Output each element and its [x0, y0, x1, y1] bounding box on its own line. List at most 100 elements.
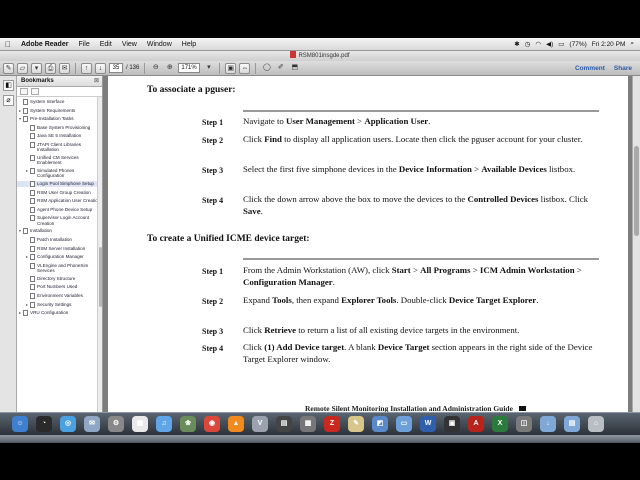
- bookmark-item[interactable]: Directory Structure: [17, 275, 102, 282]
- email-icon[interactable]: ✉: [59, 62, 70, 74]
- bookmark-options-icon[interactable]: [20, 88, 28, 95]
- menu-edit[interactable]: Edit: [95, 41, 117, 48]
- bookmark-page-icon: [23, 99, 28, 105]
- console-icon[interactable]: ▣: [444, 416, 460, 432]
- vmware-icon[interactable]: V: [252, 416, 268, 432]
- word-icon[interactable]: W: [420, 416, 436, 432]
- bookmark-item[interactable]: Unified CM Services Enablement: [17, 154, 102, 165]
- itunes-icon[interactable]: ♫: [156, 416, 172, 432]
- bookmark-item[interactable]: ▾ Installation: [17, 228, 102, 235]
- filezilla-icon[interactable]: Z: [324, 416, 340, 432]
- attachments-panel-icon[interactable]: ⌀: [3, 95, 14, 106]
- bookmark-item[interactable]: System Interface: [17, 99, 102, 105]
- menu-view[interactable]: View: [117, 41, 142, 48]
- terminal-icon[interactable]: ▤: [276, 416, 292, 432]
- bookmark-item[interactable]: ▸ VRU Configuration: [17, 310, 102, 317]
- bookmark-page-icon: [30, 154, 35, 161]
- close-icon[interactable]: ⊠: [94, 76, 99, 87]
- bluetooth-icon[interactable]: ✱: [514, 40, 519, 48]
- document-scrollbar[interactable]: [632, 76, 640, 412]
- zoom-level-select[interactable]: 171%: [178, 63, 201, 73]
- menu-window[interactable]: Window: [142, 41, 177, 48]
- bookmarks-panel-icon[interactable]: ◧: [3, 80, 14, 91]
- previous-page-icon[interactable]: ↑: [81, 62, 92, 74]
- comment-pane-button[interactable]: Comment: [575, 65, 611, 72]
- bookmark-item[interactable]: Java SE 5 Installation: [17, 133, 102, 140]
- excel-icon[interactable]: X: [492, 416, 508, 432]
- chrome-icon[interactable]: ◉: [204, 416, 220, 432]
- iphoto-icon[interactable]: ❀: [180, 416, 196, 432]
- create-pdf-icon[interactable]: ✎: [3, 62, 14, 74]
- bookmark-item[interactable]: JTAPI Client Libraries Installation: [17, 141, 102, 152]
- spotlight-icon[interactable]: ⌕: [630, 40, 634, 48]
- dashboard-icon[interactable]: ◔: [36, 416, 52, 432]
- volume-icon[interactable]: ◀): [546, 40, 553, 48]
- fit-width-icon[interactable]: ⇔: [239, 62, 251, 74]
- toolbar-divider: [144, 62, 146, 74]
- menu-app-name[interactable]: Adobe Reader: [16, 41, 73, 48]
- toolbar-divider: [255, 62, 257, 74]
- mail-icon[interactable]: ✉: [84, 416, 100, 432]
- delete-bookmark-icon[interactable]: [31, 88, 39, 95]
- menu-help[interactable]: Help: [177, 41, 201, 48]
- bookmark-label: Simulated Phones Configuration: [37, 167, 75, 179]
- textedit-icon[interactable]: ✎: [348, 416, 364, 432]
- bookmark-item[interactable]: Supervisor Login Account Creation: [17, 215, 102, 226]
- downloads-folder-icon[interactable]: ↓: [540, 416, 556, 432]
- wifi-icon[interactable]: ◠: [535, 40, 541, 48]
- bookmark-item[interactable]: ▸ Simulated Phones Configuration: [17, 167, 102, 179]
- bookmark-item[interactable]: ▾ Pre-Installation Tasks: [17, 116, 102, 123]
- trash-icon[interactable]: ⌂: [588, 416, 604, 432]
- save-icon[interactable]: ▾: [31, 62, 42, 74]
- scrollbar-thumb[interactable]: [98, 247, 102, 307]
- bookmark-item[interactable]: Agent Phone Device Setup: [17, 206, 102, 213]
- battery-icon[interactable]: ▭: [558, 40, 564, 48]
- zoom-out-icon[interactable]: ⊖: [150, 63, 161, 74]
- step-label: Step 1: [202, 267, 224, 276]
- bookmark-item[interactable]: VLEngine and PhoneSim Services: [17, 262, 102, 273]
- finder-icon[interactable]: ☺: [12, 416, 28, 432]
- menu-file[interactable]: File: [73, 41, 94, 48]
- ical-icon[interactable]: ▦: [132, 416, 148, 432]
- acrobat-icon[interactable]: A: [468, 416, 484, 432]
- system-prefs-icon[interactable]: ⚙: [108, 416, 124, 432]
- bookmarks-tree: System Interface ▸ System Requirements ▾ Pre…: [17, 97, 102, 317]
- window-titlebar: RSM801insgde.pdf: [0, 51, 640, 61]
- sticky-note-icon[interactable]: ◯: [261, 63, 272, 74]
- scrollbar-thumb[interactable]: [634, 146, 639, 236]
- zoom-in-icon[interactable]: ⊕: [164, 63, 175, 74]
- folder-icon[interactable]: ▭: [396, 416, 412, 432]
- share-pane-button[interactable]: Share: [614, 65, 640, 72]
- documents-folder-icon[interactable]: ▤: [564, 416, 580, 432]
- battery-percent: (77%): [569, 40, 587, 48]
- next-page-icon[interactable]: ↓: [95, 62, 106, 74]
- safari-icon[interactable]: ◎: [60, 416, 76, 432]
- highlight-icon[interactable]: ✐: [275, 63, 286, 74]
- bookmark-item[interactable]: ▸ Configuration Manager: [17, 254, 102, 261]
- timemachine-icon[interactable]: ◷: [525, 40, 531, 48]
- page-number-input[interactable]: 35: [109, 63, 123, 73]
- bookmark-item[interactable]: ▸ Security Settings: [17, 301, 102, 308]
- bookmark-item[interactable]: Patch Installation: [17, 236, 102, 243]
- bookmark-item[interactable]: Environment Variables: [17, 292, 102, 299]
- bookmark-item[interactable]: ▸ System Requirements: [17, 107, 102, 114]
- preview-icon[interactable]: ◩: [372, 416, 388, 432]
- bookmark-item[interactable]: Login Pool Simphone Setup: [17, 180, 102, 187]
- bookmark-item[interactable]: Port Numbers Used: [17, 284, 102, 291]
- open-file-icon[interactable]: ▱: [17, 62, 28, 74]
- bookmark-item[interactable]: RSM Application User Creation: [17, 198, 102, 205]
- bookmark-item[interactable]: RSM User Group Creation: [17, 189, 102, 196]
- capture-icon[interactable]: ◫: [516, 416, 532, 432]
- print-icon[interactable]: ⎙: [45, 62, 56, 74]
- vlc-icon[interactable]: ▲: [228, 416, 244, 432]
- bookmark-item[interactable]: Base System Provisioning: [17, 124, 102, 131]
- annotation-icon[interactable]: ⬒: [289, 63, 300, 74]
- menubar-clock[interactable]: Fri 2:20 PM: [592, 41, 626, 48]
- calculator-icon[interactable]: ▦: [300, 416, 316, 432]
- bookmarks-scrollbar[interactable]: [97, 97, 102, 412]
- fit-page-icon[interactable]: ▣: [225, 62, 237, 74]
- apple-menu-icon[interactable]: : [0, 40, 16, 49]
- bookmark-item[interactable]: RSM Server Installation: [17, 245, 102, 252]
- step-label: Step 1: [202, 118, 224, 127]
- zoom-dropdown-icon[interactable]: ▾: [203, 63, 214, 74]
